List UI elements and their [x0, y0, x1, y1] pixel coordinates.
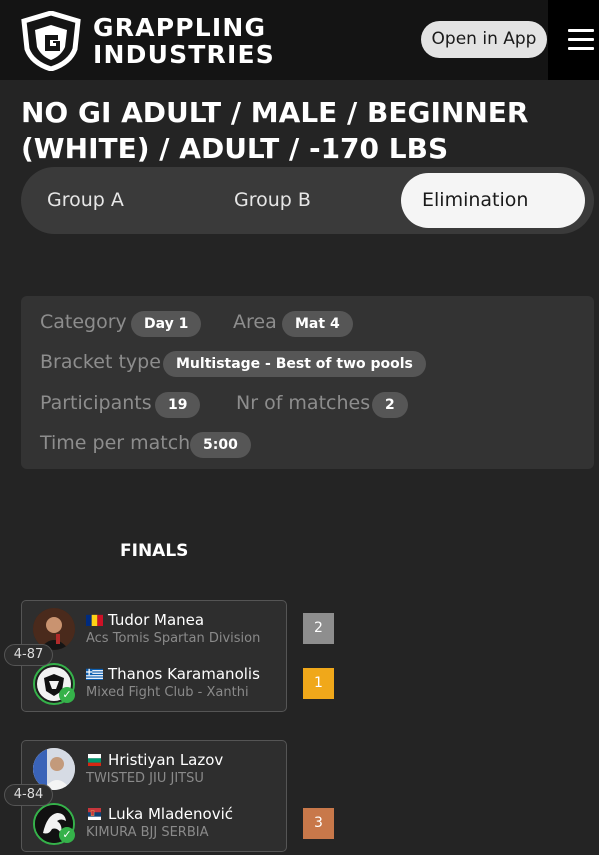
time-per-match-badge: 5:00	[190, 432, 251, 458]
fighter-name: Tudor Manea	[86, 611, 204, 629]
fighter-name-text: Hristiyan Lazov	[108, 751, 224, 769]
fighter-club: TWISTED JIU JITSU	[86, 771, 204, 786]
placement-badge: 2	[303, 613, 334, 644]
brand-line-2: INDUSTRIES	[93, 40, 275, 69]
brand-name[interactable]: GRAPPLING INDUSTRIES	[93, 14, 275, 68]
menu-button[interactable]	[548, 0, 599, 80]
bracket-info-panel: Category Day 1 Area Mat 4 Bracket type M…	[21, 296, 594, 469]
fighter-name: Thanos Karamanolis	[86, 665, 260, 683]
fighter-club: Mixed Fight Club - Xanthi	[86, 685, 249, 700]
bracket-tabs: Group A Group B Elimination	[21, 167, 594, 234]
brand-line-1: GRAPPLING	[93, 13, 267, 42]
open-in-app-button[interactable]: Open in App	[421, 21, 547, 58]
fighter-club: KIMURA BJJ SERBIA	[86, 825, 209, 840]
match-number-badge: 4-87	[4, 644, 53, 666]
match-card[interactable]: Hristiyan Lazov TWISTED JIU JITSU ✓ Luka…	[21, 740, 287, 852]
finals-heading: FINALS	[120, 541, 189, 561]
category-label: Category	[40, 311, 127, 333]
match-number-badge: 4-84	[4, 784, 53, 806]
participants-label: Participants	[40, 392, 152, 414]
area-badge: Mat 4	[282, 311, 353, 337]
fighter-name: Luka Mladenović	[86, 805, 233, 823]
division-title: NO GI ADULT / MALE / BEGINNER (WHITE) / …	[21, 96, 529, 165]
fighter-club: Acs Tomis Spartan Division	[86, 631, 261, 646]
romania-flag-icon	[86, 613, 103, 626]
matches-label: Nr of matches	[236, 392, 371, 414]
fighter-name-text: Thanos Karamanolis	[108, 665, 260, 683]
tab-group-b[interactable]: Group B	[234, 167, 311, 234]
serbia-flag-icon	[86, 807, 103, 820]
winner-check-icon: ✓	[59, 827, 75, 843]
time-per-match-label: Time per match	[40, 432, 191, 454]
fighter-name: Hristiyan Lazov	[86, 751, 223, 769]
greece-flag-icon	[86, 667, 103, 680]
placement-badge: 3	[303, 808, 334, 839]
area-label: Area	[233, 311, 277, 333]
matches-badge: 2	[372, 392, 408, 418]
category-badge: Day 1	[131, 311, 202, 337]
tab-group-a[interactable]: Group A	[47, 167, 124, 234]
winner-check-icon: ✓	[59, 687, 75, 703]
bracket-type-label: Bracket type	[40, 351, 161, 373]
placement-badge: 1	[303, 668, 334, 699]
top-header: GRAPPLING INDUSTRIES Open in App	[0, 0, 599, 80]
grappling-industries-logo-icon[interactable]	[20, 11, 82, 71]
bulgaria-flag-icon	[86, 753, 103, 766]
tab-elimination[interactable]: Elimination	[401, 173, 585, 228]
participants-badge: 19	[155, 392, 201, 418]
fighter-name-text: Luka Mladenović	[108, 805, 234, 823]
bracket-type-badge: Multistage - Best of two pools	[163, 351, 426, 377]
fighter-name-text: Tudor Manea	[108, 611, 205, 629]
match-card[interactable]: Tudor Manea Acs Tomis Spartan Division ✓…	[21, 600, 287, 712]
